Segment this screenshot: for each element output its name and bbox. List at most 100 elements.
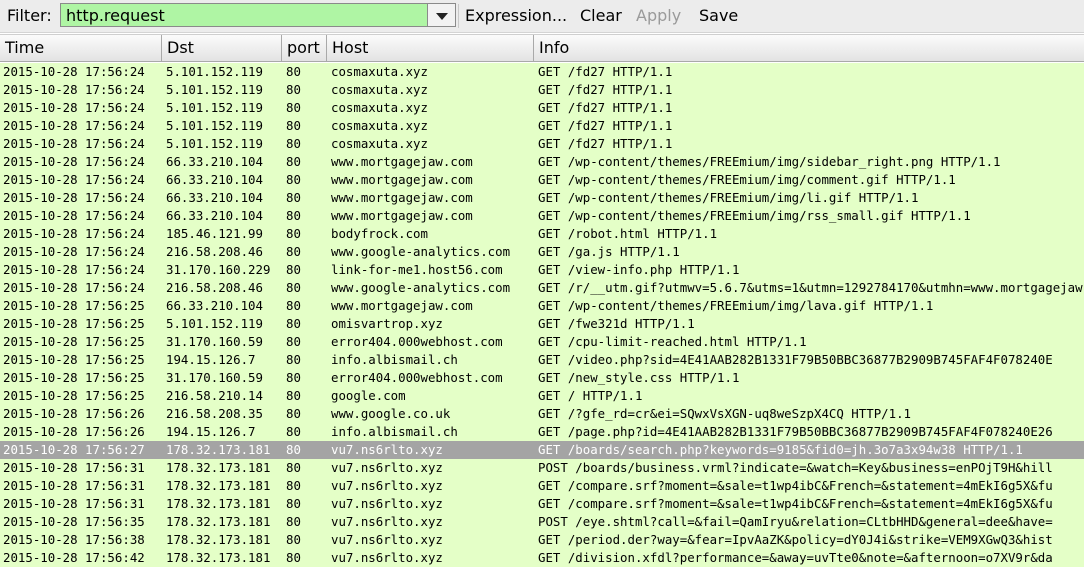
packet-row[interactable]: 2015-10-28 17:56:24 66.33.210.104 80 www.mo… (0, 171, 1084, 189)
cell-info: POST /eye.shtml?call=&fail=QamIryu&relat… (538, 514, 1053, 529)
cell-dst: 5.101.152.119 (166, 316, 263, 331)
packet-row[interactable]: 2015-10-28 17:56:25 216.58.210.14 80 google… (0, 387, 1084, 405)
expression-button[interactable]: Expression... (465, 6, 567, 26)
packet-list[interactable]: 2015-10-28 17:56:24 5.101.152.119 80 cosmax… (0, 63, 1084, 567)
cell-dst: 194.15.126.7 (166, 424, 256, 439)
cell-dst: 216.58.208.35 (166, 406, 263, 421)
packet-row[interactable]: 2015-10-28 17:56:24 216.58.208.46 80 www.go… (0, 243, 1084, 261)
filter-history-dropdown[interactable] (428, 3, 456, 27)
packet-row[interactable]: 2015-10-28 17:56:25 5.101.152.119 80 omisva… (0, 315, 1084, 333)
cell-port: 80 (286, 82, 301, 97)
packet-row[interactable]: 2015-10-28 17:56:24 5.101.152.119 80 cosmax… (0, 81, 1084, 99)
column-header-dst[interactable]: Dst (162, 35, 282, 61)
cell-port: 80 (286, 460, 301, 475)
packet-row[interactable]: 2015-10-28 17:56:27 178.32.173.181 80 vu7.n… (0, 441, 1084, 459)
cell-port: 80 (286, 64, 301, 79)
packet-row[interactable]: 2015-10-28 17:56:25 31.170.160.59 80 error4… (0, 369, 1084, 387)
cell-dst: 216.58.208.46 (166, 280, 263, 295)
cell-time: 2015-10-28 17:56:24 (3, 172, 145, 187)
cell-info: GET /fd27 HTTP/1.1 (538, 136, 673, 151)
packet-row[interactable]: 2015-10-28 17:56:24 216.58.208.46 80 www.go… (0, 279, 1084, 297)
cell-host: vu7.ns6rlto.xyz (331, 514, 443, 529)
packet-row[interactable]: 2015-10-28 17:56:25 66.33.210.104 80 www.mo… (0, 297, 1084, 315)
cell-dst: 31.170.160.59 (166, 370, 263, 385)
cell-port: 80 (286, 352, 301, 367)
cell-port: 80 (286, 190, 301, 205)
cell-time: 2015-10-28 17:56:27 (3, 442, 145, 457)
cell-dst: 178.32.173.181 (166, 532, 271, 547)
packet-row[interactable]: 2015-10-28 17:56:24 5.101.152.119 80 cosmax… (0, 99, 1084, 117)
clear-button[interactable]: Clear (580, 6, 622, 26)
cell-time: 2015-10-28 17:56:31 (3, 460, 145, 475)
cell-info: GET /fwe321d HTTP/1.1 (538, 316, 695, 331)
cell-info: GET /robot.html HTTP/1.1 (538, 226, 718, 241)
column-header-info[interactable]: Info (534, 35, 1084, 61)
cell-port: 80 (286, 172, 301, 187)
cell-info: GET /fd27 HTTP/1.1 (538, 118, 673, 133)
cell-dst: 5.101.152.119 (166, 82, 263, 97)
cell-dst: 194.15.126.7 (166, 352, 256, 367)
packet-row[interactable]: 2015-10-28 17:56:26 216.58.208.35 80 www.go… (0, 405, 1084, 423)
packet-list-header: Time Dst port Host Info (0, 34, 1084, 62)
cell-info: GET /page.php?id=4E41AAB282B1331F79B50BB… (538, 424, 1053, 439)
cell-time: 2015-10-28 17:56:24 (3, 100, 145, 115)
packet-row[interactable]: 2015-10-28 17:56:31 178.32.173.181 80 vu7.n… (0, 459, 1084, 477)
cell-host: link-for-me1.host56.com (331, 262, 503, 277)
packet-row[interactable]: 2015-10-28 17:56:26 194.15.126.7 80 info.al… (0, 423, 1084, 441)
packet-row[interactable]: 2015-10-28 17:56:24 5.101.152.119 80 cosmax… (0, 135, 1084, 153)
cell-info: GET /fd27 HTTP/1.1 (538, 82, 673, 97)
cell-host: vu7.ns6rlto.xyz (331, 460, 443, 475)
packet-row[interactable]: 2015-10-28 17:56:24 66.33.210.104 80 www.mo… (0, 189, 1084, 207)
cell-dst: 66.33.210.104 (166, 154, 263, 169)
cell-info: GET /wp-content/themes/FREEmium/img/rss_… (538, 208, 971, 223)
cell-dst: 216.58.210.14 (166, 388, 263, 403)
packet-row[interactable]: 2015-10-28 17:56:31 178.32.173.181 80 vu7.n… (0, 477, 1084, 495)
column-header-host[interactable]: Host (327, 35, 534, 61)
cell-time: 2015-10-28 17:56:24 (3, 154, 145, 169)
cell-port: 80 (286, 496, 301, 511)
cell-info: GET /?gfe_rd=cr&ei=SQwxVsXGN-uq8weSzpX4C… (538, 406, 911, 421)
cell-dst: 178.32.173.181 (166, 496, 271, 511)
packet-row[interactable]: 2015-10-28 17:56:24 185.46.121.99 80 bodyfr… (0, 225, 1084, 243)
cell-host: cosmaxuta.xyz (331, 136, 428, 151)
packet-row[interactable]: 2015-10-28 17:56:35 178.32.173.181 80 vu7.n… (0, 513, 1084, 531)
cell-info: GET /video.php?sid=4E41AAB282B1331F79B50… (538, 352, 1053, 367)
save-button[interactable]: Save (699, 6, 738, 26)
filter-input[interactable] (60, 3, 428, 27)
packet-row[interactable]: 2015-10-28 17:56:42 178.32.173.181 80 vu7.n… (0, 549, 1084, 567)
packet-row[interactable]: 2015-10-28 17:56:25 31.170.160.59 80 error4… (0, 333, 1084, 351)
cell-time: 2015-10-28 17:56:35 (3, 514, 145, 529)
cell-dst: 66.33.210.104 (166, 190, 263, 205)
cell-port: 80 (286, 550, 301, 565)
cell-dst: 66.33.210.104 (166, 172, 263, 187)
cell-time: 2015-10-28 17:56:24 (3, 226, 145, 241)
packet-row[interactable]: 2015-10-28 17:56:24 5.101.152.119 80 cosmax… (0, 117, 1084, 135)
packet-row[interactable]: 2015-10-28 17:56:31 178.32.173.181 80 vu7.n… (0, 495, 1084, 513)
cell-port: 80 (286, 208, 301, 223)
cell-port: 80 (286, 478, 301, 493)
cell-dst: 31.170.160.59 (166, 334, 263, 349)
cell-port: 80 (286, 244, 301, 259)
cell-time: 2015-10-28 17:56:24 (3, 118, 145, 133)
cell-info: GET /fd27 HTTP/1.1 (538, 100, 673, 115)
cell-port: 80 (286, 514, 301, 529)
cell-host: www.mortgagejaw.com (331, 208, 473, 223)
cell-time: 2015-10-28 17:56:24 (3, 190, 145, 205)
packet-row[interactable]: 2015-10-28 17:56:24 5.101.152.119 80 cosmax… (0, 63, 1084, 81)
cell-info: GET /boards/search.php?keywords=9185&fid… (538, 442, 1023, 457)
cell-host: www.mortgagejaw.com (331, 172, 473, 187)
column-header-port[interactable]: port (282, 35, 327, 61)
cell-time: 2015-10-28 17:56:25 (3, 370, 145, 385)
cell-host: www.mortgagejaw.com (331, 154, 473, 169)
column-header-time[interactable]: Time (0, 35, 162, 61)
packet-row[interactable]: 2015-10-28 17:56:25 194.15.126.7 80 info.al… (0, 351, 1084, 369)
packet-row[interactable]: 2015-10-28 17:56:38 178.32.173.181 80 vu7.n… (0, 531, 1084, 549)
cell-dst: 5.101.152.119 (166, 100, 263, 115)
packet-row[interactable]: 2015-10-28 17:56:24 31.170.160.229 80 link-… (0, 261, 1084, 279)
cell-dst: 216.58.208.46 (166, 244, 263, 259)
packet-row[interactable]: 2015-10-28 17:56:24 66.33.210.104 80 www.mo… (0, 153, 1084, 171)
cell-dst: 5.101.152.119 (166, 118, 263, 133)
apply-button[interactable]: Apply (636, 6, 681, 26)
packet-row[interactable]: 2015-10-28 17:56:24 66.33.210.104 80 www.mo… (0, 207, 1084, 225)
cell-host: cosmaxuta.xyz (331, 64, 428, 79)
